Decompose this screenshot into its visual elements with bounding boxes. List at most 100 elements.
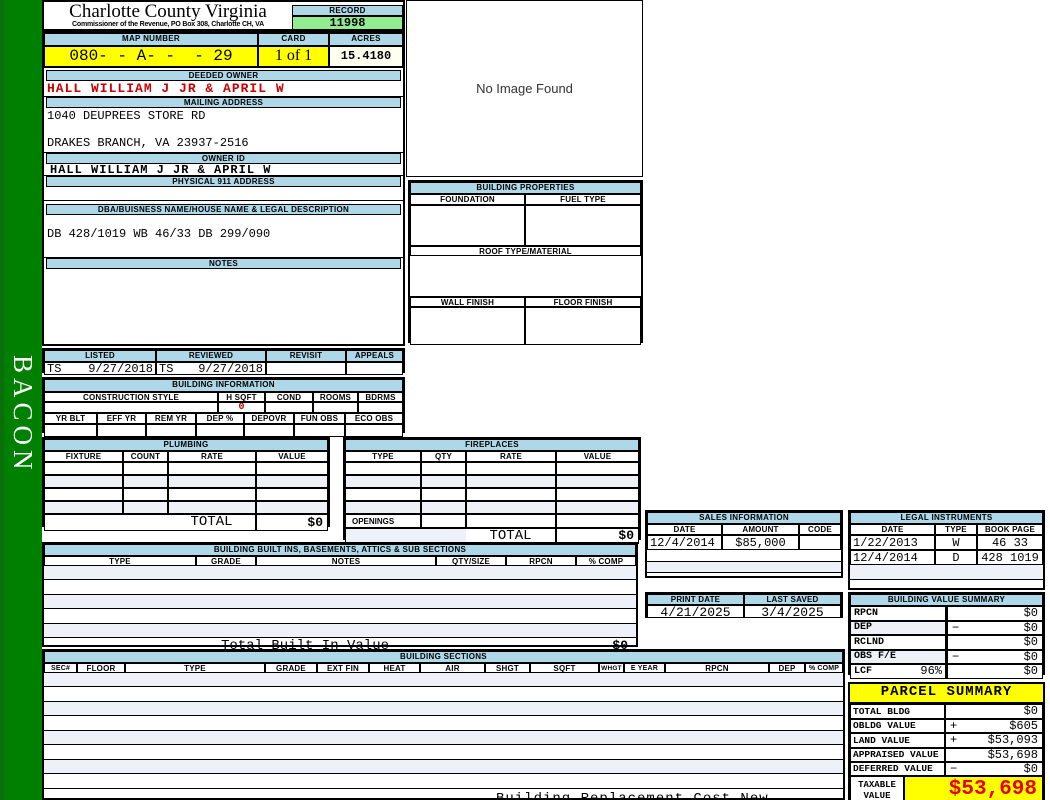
plumbing-row[interactable]: [44, 462, 328, 475]
cond-value[interactable]: [265, 402, 313, 413]
foundation-label: FOUNDATION: [410, 194, 525, 205]
legal-bookpage-value: 46 33: [977, 535, 1043, 550]
fireplaces-box: FIREPLACES TYPE QTY RATE VALUE OPENINGS …: [343, 437, 641, 544]
dep-pct-value[interactable]: [196, 424, 244, 437]
ps-row-label: OBLDG VALUE: [850, 719, 945, 733]
building-sections-row[interactable]: [44, 760, 843, 774]
fireplaces-openings-value[interactable]: [556, 514, 639, 528]
plumbing-rate-label: RATE: [168, 451, 256, 462]
building-sections-title: BUILDING SECTIONS: [44, 651, 843, 663]
yrblt-value[interactable]: [44, 424, 97, 437]
dep-pct-label: DEP %: [196, 413, 244, 424]
taxable-value: $53,698: [904, 776, 1043, 800]
ps-row-label: APPRAISED VALUE: [850, 748, 945, 762]
built-ins-grade-label: GRADE: [196, 556, 256, 566]
building-sections-row[interactable]: [44, 745, 843, 760]
sales-row[interactable]: 12/4/2014 $85,000: [647, 535, 841, 550]
ps-row-value: $53,698: [945, 748, 1043, 762]
vs-row-label: OBS F/E: [850, 650, 946, 664]
building-sections-row[interactable]: [44, 774, 843, 789]
floor-finish-value[interactable]: [525, 307, 641, 345]
fireplaces-title: FIREPLACES: [345, 439, 639, 451]
built-ins-row[interactable]: [44, 609, 636, 624]
grade-label: GRADE: [265, 663, 317, 673]
physical-911-value[interactable]: [44, 187, 403, 201]
listed-value[interactable]: TS 9/27/2018: [44, 362, 156, 375]
legal-row[interactable]: 1/22/2013 W 46 33: [850, 535, 1043, 550]
fireplaces-openings-rate[interactable]: [466, 514, 556, 528]
revisit-value[interactable]: [266, 362, 346, 375]
fireplaces-row[interactable]: [345, 488, 639, 501]
owner-id-value[interactable]: HALL WILLIAM J JR & APRIL W: [44, 164, 403, 176]
map-number-value[interactable]: 080- - A- - - 29: [44, 46, 258, 68]
bdrms-value[interactable]: [358, 402, 403, 413]
sales-code-value: [799, 535, 841, 550]
appeals-value[interactable]: [346, 362, 403, 375]
building-sections-row[interactable]: [44, 716, 843, 731]
reviewed-value[interactable]: TS 9/27/2018: [156, 362, 266, 375]
record-value[interactable]: 11998: [292, 16, 403, 30]
wall-finish-value[interactable]: [410, 307, 525, 345]
fireplaces-openings-qty[interactable]: [421, 514, 466, 528]
fireplaces-row[interactable]: [345, 501, 639, 514]
parcel-summary-title: PARCEL SUMMARY: [850, 684, 1043, 704]
vs-row-value: $0: [946, 635, 1043, 650]
funobs-value[interactable]: [294, 424, 345, 437]
cond-label: COND: [265, 392, 313, 402]
dba-value-area[interactable]: DB 428/1019 WB 46/33 DB 299/090: [44, 215, 403, 258]
vs-row-label: RCLND: [850, 635, 946, 650]
building-sections-row[interactable]: [44, 673, 843, 687]
appeals-label: APPEALS: [346, 350, 403, 362]
rooms-value[interactable]: [313, 402, 358, 413]
legal-type-value: W: [935, 535, 977, 550]
building-sections-row[interactable]: [44, 731, 843, 745]
built-ins-row[interactable]: [44, 566, 636, 580]
mailing-address-value[interactable]: 1040 DEUPREES STORE RD DRAKES BRANCH, VA…: [44, 108, 403, 153]
ps-row-value: $0: [945, 704, 1043, 719]
county-title: Charlotte County Virginia: [69, 1, 267, 22]
remyr-label: REM YR: [146, 413, 196, 424]
legal-type-label: TYPE: [935, 524, 977, 535]
deeded-owner-value[interactable]: HALL WILLIAM J JR & APRIL W: [44, 81, 403, 97]
built-ins-row[interactable]: [44, 580, 636, 595]
effyr-value[interactable]: [97, 424, 146, 437]
hsqft-value[interactable]: 0: [218, 402, 265, 413]
legal-row[interactable]: [850, 565, 1043, 580]
hsqft-label: H SQFT: [218, 392, 265, 402]
depovr-value[interactable]: [244, 424, 294, 437]
last-saved-label: LAST SAVED: [744, 594, 841, 605]
sales-row[interactable]: [647, 550, 841, 562]
sales-row[interactable]: [647, 573, 841, 583]
map-number-label: MAP NUMBER: [44, 33, 258, 46]
dep-label: DEP: [769, 663, 805, 673]
fireplaces-row[interactable]: [345, 475, 639, 488]
built-ins-row[interactable]: [44, 595, 636, 609]
ps-row-value: − $0: [945, 762, 1043, 776]
notes-area[interactable]: [44, 269, 403, 346]
plumbing-row[interactable]: [44, 488, 328, 501]
comp-label: % COMP: [805, 663, 843, 673]
remyr-value[interactable]: [146, 424, 196, 437]
foundation-value[interactable]: [410, 205, 525, 246]
building-sections-row[interactable]: [44, 702, 843, 716]
card-value[interactable]: 1 of 1: [258, 46, 329, 68]
plumbing-row[interactable]: [44, 501, 328, 514]
fireplaces-row[interactable]: [345, 462, 639, 475]
built-ins-notes-label: NOTES: [256, 556, 436, 566]
fuel-type-value[interactable]: [525, 205, 641, 246]
plumbing-row[interactable]: [44, 475, 328, 488]
legal-date-value: 12/4/2014: [850, 550, 935, 565]
deeded-owner-label: DEEDED OWNER: [46, 70, 401, 81]
legal-row[interactable]: 12/4/2014 D 428 1019: [850, 550, 1043, 565]
extfin-label: EXT FIN: [317, 663, 369, 673]
construction-style-value[interactable]: [44, 402, 218, 413]
ecoobs-value[interactable]: [345, 424, 403, 437]
roof-type-value[interactable]: [410, 256, 641, 297]
sales-row[interactable]: [647, 562, 841, 573]
building-properties-title: BUILDING PROPERTIES: [410, 182, 641, 194]
acres-value[interactable]: 15.4180: [329, 46, 403, 68]
no-image-text: No Image Found: [476, 81, 573, 96]
building-sections-row[interactable]: [44, 687, 843, 702]
built-ins-row[interactable]: [44, 624, 636, 638]
built-ins-type-label: TYPE: [44, 556, 196, 566]
